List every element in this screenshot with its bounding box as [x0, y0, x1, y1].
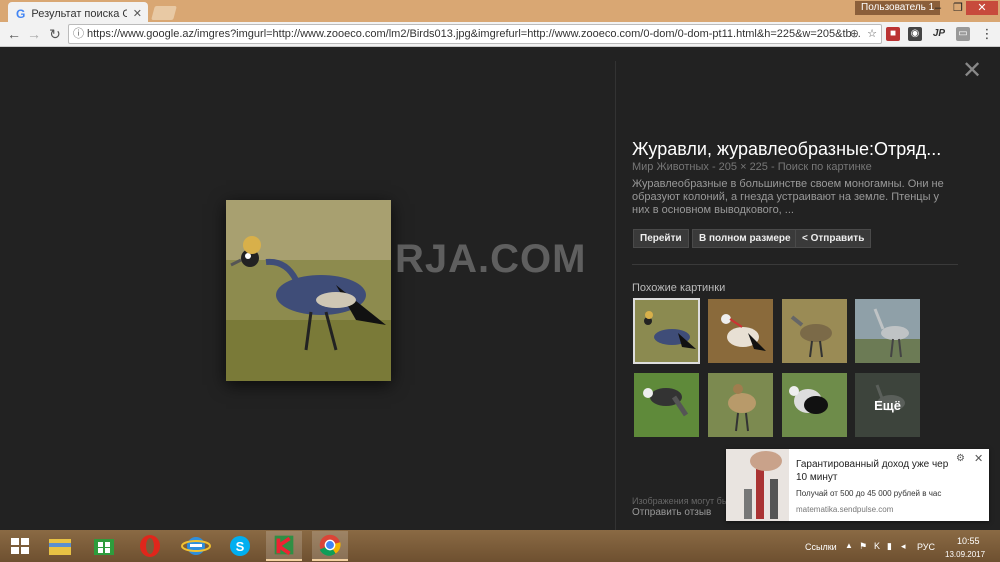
tray-expand-icon[interactable]: ▲: [845, 541, 853, 550]
back-arrow-icon[interactable]: ←: [6, 26, 22, 42]
section-divider: [632, 264, 958, 265]
store-icon[interactable]: [86, 531, 122, 561]
main-crane-image[interactable]: [226, 200, 391, 381]
tray-links-toolbar[interactable]: Ссылки: [805, 542, 837, 552]
notification-close-icon[interactable]: ✕: [974, 452, 983, 465]
similar-thumb-3[interactable]: [782, 299, 847, 363]
notification-image: [726, 449, 789, 521]
tab-title: Результат поиска Google: [31, 7, 127, 20]
panel-divider: [615, 61, 616, 531]
windows-taskbar: S Ссылки ▲ ⚑ K ▮ ◂ РУС 10:55 13.09.2017: [0, 530, 1000, 562]
notification-body: Получай от 500 до 45 000 рублей в час: [796, 489, 942, 498]
watermark: RJA.COM: [395, 237, 587, 281]
close-viewer-icon[interactable]: ✕: [962, 59, 982, 83]
gear-icon[interactable]: ⚙: [956, 453, 965, 464]
opera-icon[interactable]: [132, 531, 168, 561]
go-button[interactable]: Перейти: [633, 229, 689, 248]
similar-thumb-5[interactable]: [634, 373, 699, 437]
file-explorer-icon[interactable]: [42, 531, 78, 561]
skype-icon[interactable]: S: [222, 531, 258, 561]
image-description: Журавлеобразные в большинстве своем моно…: [632, 178, 944, 216]
address-url: https://www.google.az/imgres?imgurl=http…: [87, 28, 861, 40]
similar-thumb-2[interactable]: [708, 299, 773, 363]
extension-jp-icon[interactable]: JP: [932, 27, 946, 41]
footer-note: Изображения могут бы: [632, 496, 729, 506]
chrome-icon[interactable]: [312, 531, 348, 561]
window-close-button[interactable]: ✕: [966, 1, 998, 15]
forward-arrow-icon[interactable]: →: [26, 26, 42, 42]
tray-clock-time[interactable]: 10:55: [957, 536, 980, 546]
title-bar: G Результат поиска Google ✕ Пользователь…: [0, 0, 1000, 22]
zoom-icon[interactable]: ⊕: [850, 25, 859, 43]
extension-red-icon[interactable]: ■: [886, 27, 900, 41]
browser-toolbar: ← → ↻ ⓘ https://www.google.az/imgres?img…: [0, 22, 1000, 47]
image-meta: Мир Животных - 205 × 225 - Поиск по карт…: [632, 161, 872, 173]
windows-start-icon[interactable]: [2, 531, 38, 561]
tray-flag-icon[interactable]: ⚑: [859, 541, 867, 552]
share-label: Отправить: [810, 233, 865, 244]
extension-camera-icon[interactable]: ◉: [908, 27, 922, 41]
similar-thumb-1[interactable]: [633, 298, 700, 364]
internet-explorer-icon[interactable]: [178, 531, 214, 561]
tray-kaspersky-icon[interactable]: K: [874, 541, 880, 551]
svg-text:S: S: [236, 539, 245, 554]
tab-close-icon[interactable]: ✕: [133, 7, 142, 20]
tray-volume-icon[interactable]: ◂: [901, 541, 906, 552]
browser-tab[interactable]: G Результат поиска Google ✕: [8, 2, 148, 22]
tray-network-icon[interactable]: ▮: [887, 541, 892, 552]
similar-thumb-6[interactable]: [708, 373, 773, 437]
feedback-link[interactable]: Отправить отзыв: [632, 507, 711, 518]
full-size-button[interactable]: В полном размере: [692, 229, 798, 248]
push-notification[interactable]: Гарантированный доход уже чер 10 минут П…: [726, 449, 989, 521]
google-favicon-icon: G: [16, 6, 26, 21]
share-button[interactable]: < Отправить: [795, 229, 872, 248]
tray-language-indicator[interactable]: РУС: [917, 542, 935, 552]
similar-thumb-7[interactable]: [782, 373, 847, 437]
share-icon: <: [802, 233, 808, 244]
bookmark-star-icon[interactable]: ☆: [867, 25, 877, 43]
similar-thumb-4[interactable]: [855, 299, 920, 363]
reload-icon[interactable]: ↻: [47, 26, 63, 42]
extension-monitor-icon[interactable]: ▭: [956, 27, 970, 41]
image-title[interactable]: Журавли, журавлеобразные:Отряд...: [632, 139, 962, 160]
similar-images-title: Похожие картинки: [632, 282, 726, 294]
notification-title: Гарантированный доход уже чер 10 минут: [796, 459, 949, 483]
tray-clock-date[interactable]: 13.09.2017: [945, 550, 985, 559]
site-info-icon[interactable]: ⓘ: [73, 25, 84, 43]
notification-site: matematika.sendpulse.com: [796, 505, 894, 514]
new-tab-button[interactable]: [151, 6, 177, 20]
address-bar[interactable]: ⓘ https://www.google.az/imgres?imgurl=ht…: [68, 24, 882, 44]
browser-menu-icon[interactable]: ⋮: [980, 27, 994, 41]
kaspersky-icon[interactable]: [266, 531, 302, 561]
more-images-button[interactable]: Ещё: [855, 373, 920, 437]
